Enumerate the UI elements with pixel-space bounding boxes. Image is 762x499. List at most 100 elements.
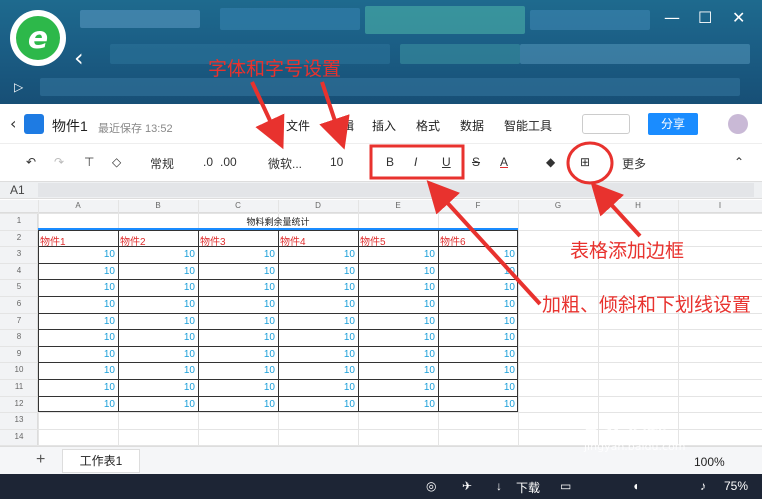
table-cell[interactable]: 10 <box>358 266 435 277</box>
table-cell[interactable]: 10 <box>38 332 115 343</box>
menu-edit[interactable]: 编辑 <box>330 117 354 134</box>
bold-button[interactable]: B <box>386 155 394 169</box>
close-icon[interactable]: ✕ <box>732 8 745 27</box>
back-icon[interactable]: ‹ <box>10 114 16 133</box>
border-icon[interactable]: ⊞ <box>580 155 590 169</box>
row-header[interactable]: 13 <box>0 415 38 424</box>
decrease-decimal-button[interactable]: .0 <box>203 155 213 169</box>
table-cell[interactable]: 10 <box>358 299 435 310</box>
row-header[interactable]: 11 <box>0 382 38 391</box>
table-cell[interactable]: 10 <box>438 399 515 410</box>
strikethrough-button[interactable]: S <box>472 155 480 169</box>
table-header-cell[interactable]: 物件3 <box>200 233 226 248</box>
table-cell[interactable]: 10 <box>358 382 435 393</box>
cell-reference[interactable]: A1 <box>10 183 25 197</box>
volume-icon[interactable]: ◖ <box>632 479 639 493</box>
table-cell[interactable]: 10 <box>278 282 355 293</box>
table-cell[interactable]: 10 <box>198 316 275 327</box>
column-header[interactable]: F <box>438 201 518 210</box>
table-cell[interactable]: 10 <box>118 282 195 293</box>
row-header[interactable]: 5 <box>0 282 38 291</box>
menu-file[interactable]: 文件 <box>286 117 310 134</box>
add-sheet-icon[interactable]: + <box>36 451 45 469</box>
play-icon[interactable]: ▷ <box>14 80 23 94</box>
italic-button[interactable]: I <box>414 155 417 169</box>
table-cell[interactable]: 10 <box>38 266 115 277</box>
row-header[interactable]: 4 <box>0 266 38 275</box>
row-header[interactable]: 9 <box>0 349 38 358</box>
table-cell[interactable]: 10 <box>278 299 355 310</box>
table-header-cell[interactable]: 物件5 <box>360 233 386 248</box>
table-cell[interactable]: 10 <box>198 332 275 343</box>
table-cell[interactable]: 10 <box>38 316 115 327</box>
table-cell[interactable]: 10 <box>38 399 115 410</box>
table-cell[interactable]: 10 <box>118 349 195 360</box>
table-header-cell[interactable]: 物件1 <box>40 233 66 248</box>
table-cell[interactable]: 10 <box>198 382 275 393</box>
table-cell[interactable]: 10 <box>278 316 355 327</box>
table-cell[interactable]: 10 <box>118 382 195 393</box>
table-cell[interactable]: 10 <box>118 399 195 410</box>
table-title-cell[interactable]: 物料剩余量统计 <box>38 215 518 228</box>
table-cell[interactable]: 10 <box>38 349 115 360</box>
collapse-icon[interactable]: ⌃ <box>734 155 744 169</box>
row-header[interactable]: 3 <box>0 249 38 258</box>
row-header[interactable]: 2 <box>0 233 38 242</box>
table-cell[interactable]: 10 <box>118 249 195 260</box>
row-header[interactable]: 1 <box>0 216 38 225</box>
menu-data[interactable]: 数据 <box>460 117 484 134</box>
table-cell[interactable]: 10 <box>278 365 355 376</box>
menu-format[interactable]: 格式 <box>416 117 440 134</box>
table-cell[interactable]: 10 <box>438 349 515 360</box>
pin-icon[interactable]: ✈ <box>462 479 472 493</box>
table-cell[interactable]: 10 <box>358 332 435 343</box>
column-header[interactable]: B <box>118 201 198 210</box>
table-cell[interactable]: 10 <box>438 282 515 293</box>
row-header[interactable]: 7 <box>0 316 38 325</box>
table-cell[interactable]: 10 <box>118 299 195 310</box>
table-cell[interactable]: 10 <box>278 399 355 410</box>
table-cell[interactable]: 10 <box>278 249 355 260</box>
table-cell[interactable]: 10 <box>118 316 195 327</box>
underline-button[interactable]: U <box>442 155 451 169</box>
menu-smart-tools[interactable]: 智能工具 <box>504 117 552 134</box>
table-cell[interactable]: 10 <box>198 299 275 310</box>
maximize-icon[interactable]: ☐ <box>698 8 712 27</box>
table-cell[interactable]: 10 <box>438 365 515 376</box>
table-cell[interactable]: 10 <box>38 299 115 310</box>
table-cell[interactable]: 10 <box>358 249 435 260</box>
download-icon[interactable]: ↓ <box>496 479 502 493</box>
column-header[interactable]: C <box>198 201 278 210</box>
table-cell[interactable]: 10 <box>438 299 515 310</box>
row-header[interactable]: 6 <box>0 299 38 308</box>
table-cell[interactable]: 10 <box>358 399 435 410</box>
table-cell[interactable]: 10 <box>198 349 275 360</box>
row-header[interactable]: 10 <box>0 365 38 374</box>
table-cell[interactable]: 10 <box>198 399 275 410</box>
sheet-tab-active[interactable]: 工作表1 <box>62 449 140 473</box>
table-cell[interactable]: 10 <box>198 249 275 260</box>
table-cell[interactable]: 10 <box>438 249 515 260</box>
table-cell[interactable]: 10 <box>438 316 515 327</box>
table-cell[interactable]: 10 <box>38 282 115 293</box>
table-cell[interactable]: 10 <box>198 282 275 293</box>
table-header-cell[interactable]: 物件2 <box>120 233 146 248</box>
table-cell[interactable]: 10 <box>278 349 355 360</box>
cloud-button[interactable] <box>582 114 630 134</box>
column-header[interactable]: G <box>518 201 598 210</box>
table-cell[interactable]: 10 <box>358 282 435 293</box>
table-cell[interactable]: 10 <box>198 266 275 277</box>
row-header[interactable]: 12 <box>0 399 38 408</box>
table-cell[interactable]: 10 <box>38 382 115 393</box>
font-name-select[interactable]: 微软... <box>268 155 302 172</box>
share-button[interactable]: 分享 <box>648 113 698 135</box>
table-cell[interactable]: 10 <box>38 365 115 376</box>
number-format-select[interactable]: 常规 <box>150 155 174 172</box>
table-cell[interactable]: 10 <box>358 349 435 360</box>
font-color-button[interactable]: A <box>500 155 508 169</box>
zoom-level[interactable]: 100% <box>694 455 725 469</box>
document-title[interactable]: 物件1 <box>52 116 88 136</box>
menu-insert[interactable]: 插入 <box>372 117 396 134</box>
font-size-select[interactable]: 10 <box>330 155 343 169</box>
increase-decimal-button[interactable]: .00 <box>220 155 237 169</box>
